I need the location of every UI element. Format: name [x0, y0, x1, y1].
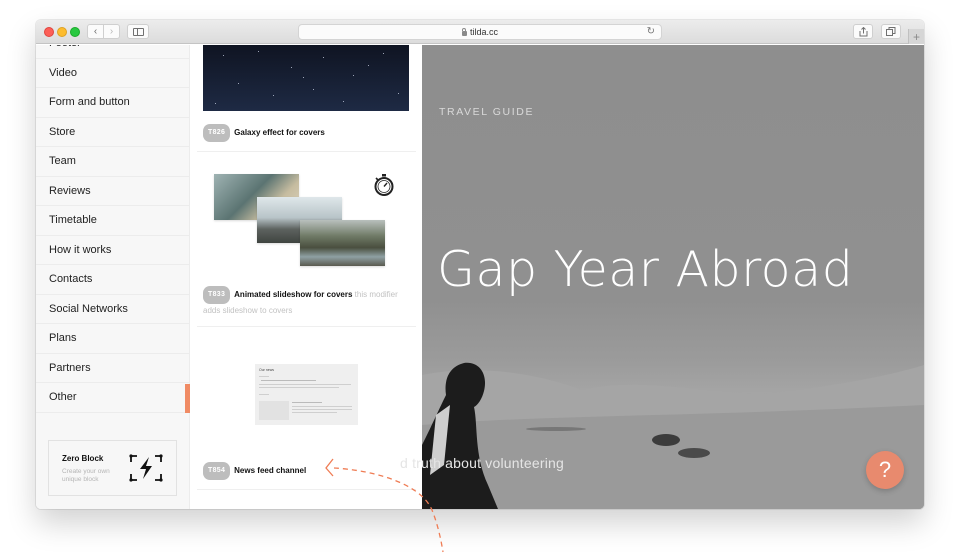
category-store[interactable]: Store: [36, 118, 190, 147]
category-reviews[interactable]: Reviews: [36, 177, 190, 206]
block-title: News feed channel: [234, 466, 307, 476]
block-code-badge: T854: [203, 462, 231, 480]
hero-title: Gap Year Abroad: [437, 241, 854, 298]
news-feed-preview[interactable]: Our news: [255, 364, 358, 425]
category-footer[interactable]: Footer: [36, 45, 190, 59]
sidebar-icon: [132, 27, 144, 36]
reload-icon[interactable]: ↻: [647, 26, 655, 37]
category-form-and-button[interactable]: Form and button: [36, 88, 190, 118]
question-icon: ?: [878, 457, 892, 482]
blocks-library-panel: T826 Galaxy effect for covers T833 Animate…: [191, 45, 422, 509]
zero-block-title: Zero Block: [62, 454, 104, 463]
block-code-badge: T826: [203, 124, 231, 142]
plus-icon: +: [912, 29, 920, 44]
share-icon: [859, 26, 867, 36]
show-tabs-button[interactable]: [881, 24, 901, 39]
news-thumb-heading: Our news: [259, 368, 274, 372]
block-title: Animated slideshow for covers: [234, 290, 353, 300]
page-preview-hero: TRAVEL GUIDE Gap Year Abroad ?: [422, 45, 924, 509]
news-thumb-image: [259, 401, 289, 420]
browser-window: ‹ › tilda.cc ↻ + Footer Video Form and b…: [36, 20, 924, 509]
sidebar-toggle-button[interactable]: [127, 24, 149, 39]
category-plans[interactable]: Plans: [36, 324, 190, 354]
divider: [197, 326, 416, 327]
tabs-overview-icon: [886, 27, 896, 36]
category-partners[interactable]: Partners: [36, 354, 190, 383]
category-contacts[interactable]: Contacts: [36, 265, 190, 295]
close-window-button[interactable]: [44, 27, 54, 37]
lightning-frame-icon: [129, 454, 163, 482]
url-text: tilda.cc: [469, 27, 498, 37]
zoom-window-button[interactable]: [70, 27, 80, 37]
zero-block-subtitle: Create your own unique block: [62, 468, 110, 484]
block-item-t826[interactable]: T826 Galaxy effect for covers: [203, 124, 415, 142]
category-team[interactable]: Team: [36, 147, 190, 177]
share-button[interactable]: [853, 24, 873, 39]
galaxy-preview-image[interactable]: [203, 45, 409, 111]
divider: [197, 151, 416, 152]
page-content: Footer Video Form and button Store Team …: [36, 45, 924, 509]
category-video[interactable]: Video: [36, 59, 190, 88]
chevron-left-icon: ‹: [93, 25, 98, 37]
hero-eyebrow: TRAVEL GUIDE: [439, 106, 535, 118]
stopwatch-icon: [374, 174, 394, 196]
slide-image: [300, 220, 385, 266]
block-title: Galaxy effect for covers: [234, 128, 325, 138]
zero-block-card[interactable]: Zero Block Create your own unique block: [48, 440, 177, 496]
hero-subtitle: d truth about volunteering: [400, 455, 564, 471]
category-timetable[interactable]: Timetable: [36, 206, 190, 236]
minimize-window-button[interactable]: [57, 27, 67, 37]
back-button[interactable]: ‹: [87, 24, 104, 39]
forward-button[interactable]: ›: [103, 24, 120, 39]
category-how-it-works[interactable]: How it works: [36, 236, 190, 265]
active-category-indicator: [185, 384, 190, 413]
help-button[interactable]: ?: [866, 451, 904, 489]
block-item-t833[interactable]: T833 Animated slideshow for covers this m…: [203, 286, 415, 318]
address-bar[interactable]: tilda.cc ↻: [298, 24, 662, 40]
lock-icon: [461, 27, 467, 36]
category-other[interactable]: Other: [36, 383, 190, 413]
category-social-networks[interactable]: Social Networks: [36, 295, 190, 324]
new-tab-button[interactable]: +: [908, 29, 924, 44]
block-categories-sidebar: Footer Video Form and button Store Team …: [36, 45, 190, 509]
browser-toolbar: ‹ › tilda.cc ↻ +: [36, 20, 924, 44]
divider: [197, 489, 416, 490]
chevron-right-icon: ›: [109, 25, 114, 37]
block-item-t854[interactable]: T854 News feed channel: [203, 462, 415, 480]
block-code-badge: T833: [203, 286, 231, 304]
